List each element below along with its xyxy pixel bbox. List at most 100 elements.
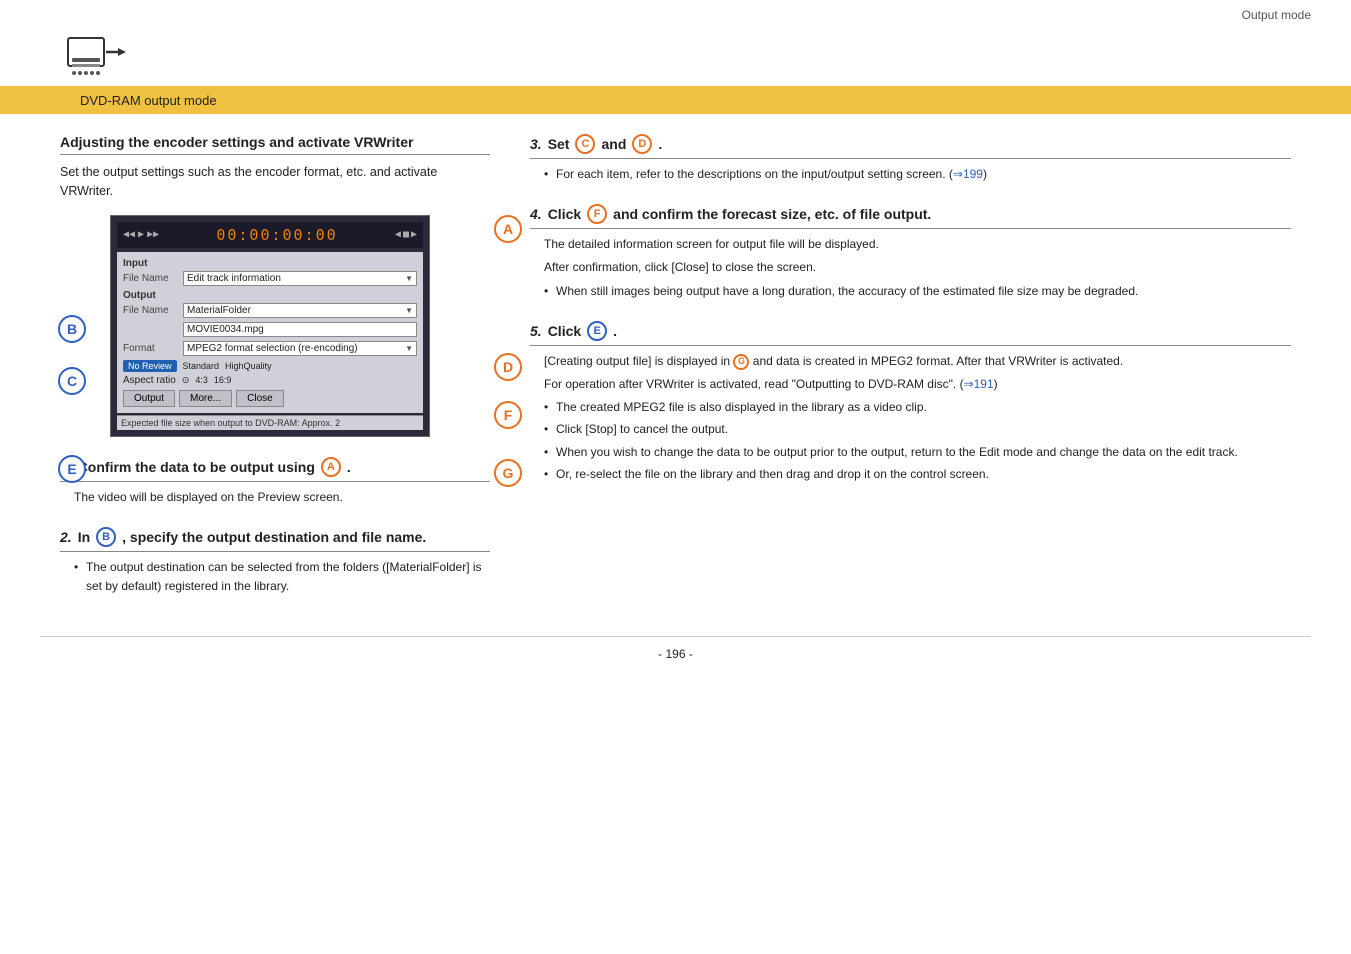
vr-quality-highquality[interactable]: HighQuality	[225, 361, 272, 371]
vr-movie-input[interactable]: MOVIE0034.mpg	[183, 322, 417, 337]
step5-bullet-1: The created MPEG2 file is also displayed…	[544, 398, 1291, 417]
step3-num: 3.	[530, 136, 542, 152]
vr-aspect-16-9[interactable]: 16:9	[214, 375, 232, 385]
vr-screen-wrapper: B C E A D F G ◀◀ ▶ ▶▶	[90, 215, 490, 437]
vr-playback-controls: ◀◀ ▶ ▶▶	[123, 229, 159, 240]
step3-set: Set	[548, 136, 570, 152]
vr-timecode-display: 00:00:00:00	[216, 226, 337, 244]
step5-link[interactable]: ⇒191	[964, 377, 994, 391]
step1-circle-A: A	[321, 457, 341, 477]
vr-format-input[interactable]: MPEG2 format selection (re-encoding) ▼	[183, 341, 417, 356]
vr-output-filename-input[interactable]: MaterialFolder ▼	[183, 303, 417, 318]
step3-dot: .	[658, 136, 662, 152]
step5-bullet-2: Click [Stop] to cancel the output.	[544, 420, 1291, 439]
header-area	[0, 26, 1351, 86]
vr-quality-standard[interactable]: Standard	[183, 361, 220, 371]
vr-filename-row: File Name Edit track information ▼	[123, 271, 417, 286]
step4-body2-text: After confirmation, click [Close] to clo…	[544, 258, 1291, 277]
step4-title-post: and confirm the forecast size, etc. of f…	[613, 206, 931, 222]
step5-bullet-4: Or, re-select the file on the library an…	[544, 465, 1291, 484]
step3-title: 3. Set C and D .	[530, 134, 1291, 159]
circle-G: G	[494, 459, 522, 487]
step2-title-post: , specify the output destination and fil…	[122, 529, 426, 545]
step3-bullet-1: For each item, refer to the descriptions…	[544, 165, 1291, 184]
left-column: Adjusting the encoder settings and activ…	[60, 134, 490, 616]
step5-circle-G: G	[733, 354, 749, 370]
vr-output-filename-row: File Name MaterialFolder ▼	[123, 303, 417, 318]
step2-bullets: The output destination can be selected f…	[74, 558, 490, 596]
main-content: Adjusting the encoder settings and activ…	[0, 114, 1351, 636]
step4-bullets: When still images being output have a lo…	[544, 282, 1291, 301]
vr-output-button[interactable]: Output	[123, 390, 175, 407]
step3-section: 3. Set C and D . For each item, refer to…	[530, 134, 1291, 184]
left-section-body: Set the output settings such as the enco…	[60, 163, 490, 201]
step5-title: 5. Click E .	[530, 321, 1291, 346]
vr-fwd-btn[interactable]: ▶	[411, 229, 417, 240]
step5-num: 5.	[530, 323, 542, 339]
step1-body-text: The video will be displayed on the Previ…	[74, 490, 343, 504]
step3-circle-C: C	[575, 134, 595, 154]
step5-bullets: The created MPEG2 file is also displayed…	[544, 398, 1291, 484]
vr-format-label: Format	[123, 343, 183, 354]
vr-filename-value: Edit track information	[187, 273, 281, 284]
step3-link[interactable]: ⇒199	[953, 167, 983, 181]
step3-and: and	[601, 136, 626, 152]
vr-output-label: Output	[123, 290, 417, 301]
step2-bullet-1: The output destination can be selected f…	[74, 558, 490, 596]
step5-circle-E: E	[587, 321, 607, 341]
dvd-icon-box	[60, 26, 130, 86]
vr-extra-controls: ◀ ■ ▶	[395, 229, 417, 240]
step2-title: 2. In B , specify the output destination…	[60, 527, 490, 552]
circle-D: D	[494, 353, 522, 381]
vr-quality-noreview[interactable]: No Review	[123, 360, 177, 372]
left-circle-labels: B C E	[58, 245, 86, 483]
dvd-output-icon	[64, 30, 126, 82]
vr-aspect-4-3[interactable]: 4:3	[195, 375, 208, 385]
vr-status-bar: Expected file size when output to DVD-RA…	[117, 415, 423, 430]
vr-more-button[interactable]: More...	[179, 390, 232, 407]
output-mode-label: Output mode	[1242, 8, 1311, 22]
step3-bullets: For each item, refer to the descriptions…	[544, 165, 1291, 184]
vr-filename-input[interactable]: Edit track information ▼	[183, 271, 417, 286]
step2-body: The output destination can be selected f…	[74, 558, 490, 596]
step5-section: 5. Click E . [Creating output file] is d…	[530, 321, 1291, 484]
step4-title: 4. Click F and confirm the forecast size…	[530, 204, 1291, 229]
vr-aspect-icon: ⊙	[182, 375, 190, 386]
vr-format-arrow: ▼	[405, 344, 413, 353]
vr-movie-row: MOVIE0034.mpg	[123, 322, 417, 337]
step5-dot: .	[613, 323, 617, 339]
left-section-title: Adjusting the encoder settings and activ…	[60, 134, 490, 155]
vr-movie-value: MOVIE0034.mpg	[187, 324, 264, 335]
circle-C: C	[58, 367, 86, 395]
circle-B: B	[58, 315, 86, 343]
vr-input-label: Input	[123, 258, 417, 269]
step4-body-text: The detailed information screen for outp…	[544, 235, 1291, 254]
circle-E: E	[58, 455, 86, 483]
yellowbar-title: DVD-RAM output mode	[80, 93, 217, 108]
vr-next-btn[interactable]: ▶▶	[147, 229, 159, 240]
step2-section: 2. In B , specify the output destination…	[60, 527, 490, 596]
vr-screen: ◀◀ ▶ ▶▶ 00:00:00:00 ◀ ■ ▶ Input	[110, 215, 430, 437]
vr-back-btn[interactable]: ◀	[395, 229, 401, 240]
step2-num: 2.	[60, 529, 72, 545]
right-circle-labels: A D F G	[494, 215, 522, 487]
vr-aspect-label: Aspect ratio	[123, 375, 176, 386]
step4-num: 4.	[530, 206, 542, 222]
page-number: - 196 -	[40, 636, 1311, 671]
vr-output-filename-value: MaterialFolder	[187, 305, 251, 316]
step5-body: [Creating output file] is displayed in G…	[544, 352, 1291, 484]
vr-close-button[interactable]: Close	[236, 390, 284, 407]
step5-click: Click	[548, 323, 581, 339]
vr-buttons-row: Output More... Close	[123, 390, 417, 407]
vr-stop-btn[interactable]: ■	[403, 229, 409, 240]
vr-format-value: MPEG2 format selection (re-encoding)	[187, 343, 358, 354]
right-column: 3. Set C and D . For each item, refer to…	[530, 134, 1291, 616]
step3-body: For each item, refer to the descriptions…	[544, 165, 1291, 184]
vr-filename-arrow: ▼	[405, 274, 413, 283]
step3-circle-D: D	[632, 134, 652, 154]
step5-body2: For operation after VRWriter is activate…	[544, 375, 1291, 394]
step1-title: 1. Confirm the data to be output using A…	[60, 457, 490, 482]
vr-play-btn[interactable]: ▶	[138, 229, 144, 240]
step4-body: The detailed information screen for outp…	[544, 235, 1291, 301]
vr-prev-btn[interactable]: ◀◀	[123, 229, 135, 240]
